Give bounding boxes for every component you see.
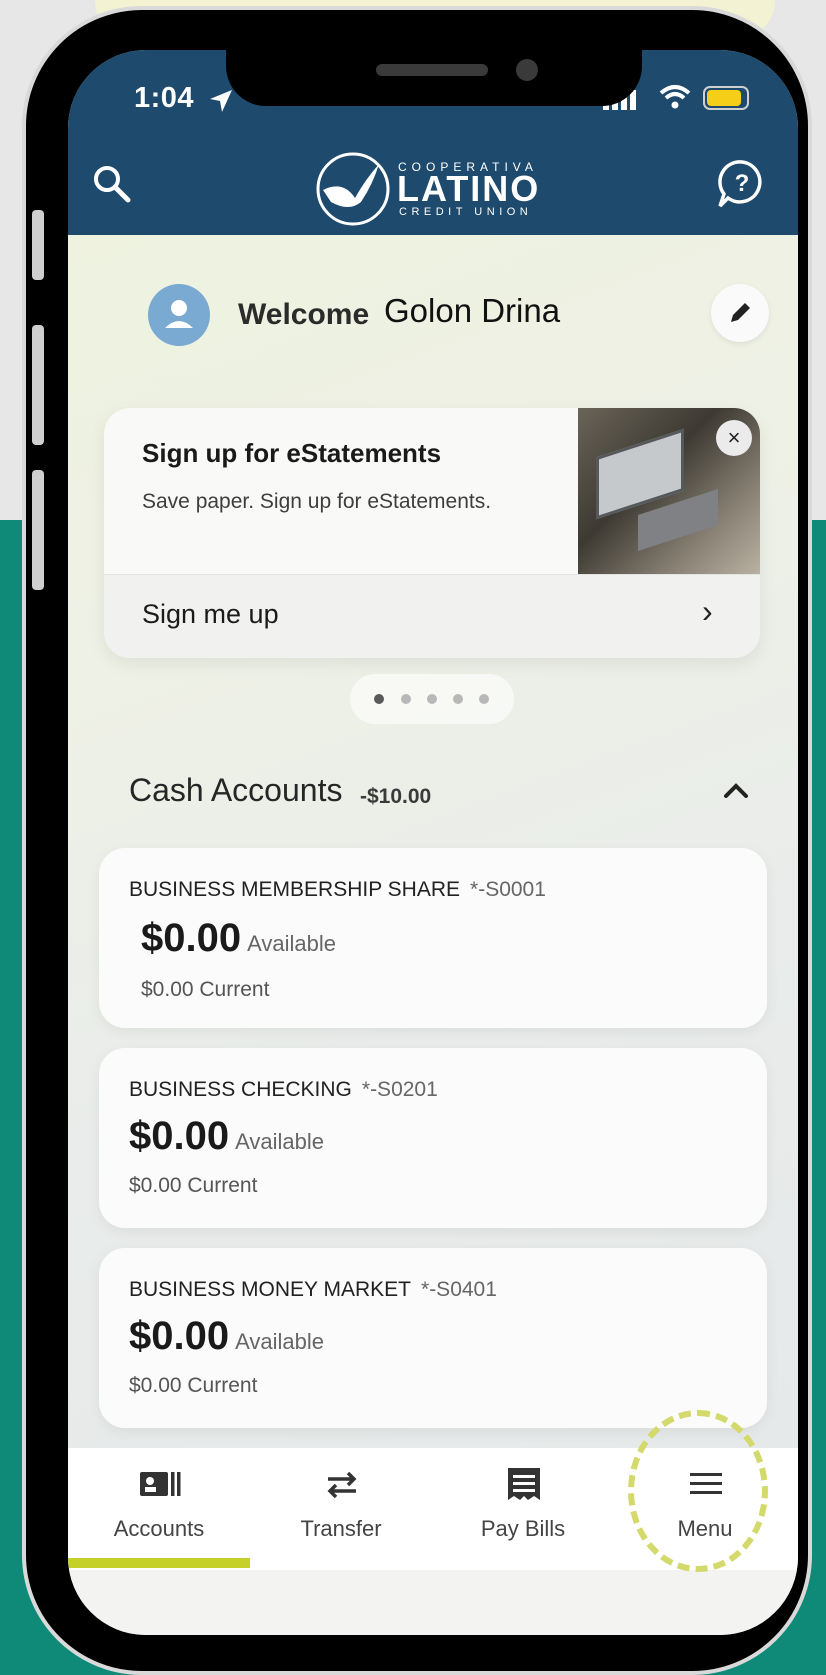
promo-description: Save paper. Sign up for eStatements. [142, 490, 492, 513]
side-button-volume-up [32, 325, 44, 445]
account-available-amount: $0.00 [129, 1114, 230, 1158]
account-available-row: $0.00 Available [141, 916, 336, 961]
receipt-icon [508, 1468, 540, 1500]
transfer-arrows-icon [327, 1471, 357, 1499]
account-available-amount: $0.00 [129, 1314, 230, 1358]
account-available-label: Available [235, 1329, 324, 1354]
speaker [376, 64, 488, 76]
carousel-dot [401, 694, 411, 704]
account-name-row: BUSINESS CHECKING *-S0201 [129, 1078, 438, 1102]
battery-icon [703, 86, 749, 110]
account-mask: *-S0201 [361, 1078, 438, 1101]
account-available-amount: $0.00 [141, 916, 242, 960]
tab-label: Accounts [113, 1516, 205, 1541]
app-screen: 1:04 COOPERATIVA LATINO CREDIT UNION ? W… [68, 50, 798, 1635]
account-card[interactable]: BUSINESS CHECKING *-S0201 $0.00 Available … [99, 1048, 767, 1228]
edit-button[interactable] [711, 284, 769, 342]
carousel-dot [453, 694, 463, 704]
logo-bottom-text: CREDIT UNION [399, 206, 533, 218]
carousel-dot [479, 694, 489, 704]
account-card[interactable]: BUSINESS MONEY MARKET *-S0401 $0.00 Availa… [99, 1248, 767, 1428]
search-icon[interactable] [90, 162, 134, 206]
account-mask: *-S0001 [470, 878, 546, 901]
svg-text:?: ? [735, 170, 750, 197]
account-name: BUSINESS MEMBERSHIP SHARE [129, 878, 461, 901]
accounts-card-icon [140, 1472, 181, 1496]
home-indicator-area [68, 1570, 798, 1635]
close-promo-button[interactable]: × [716, 420, 752, 456]
welcome-label: Welcome [238, 298, 370, 331]
account-current: $0.00 Current [141, 978, 270, 1001]
account-name-row: BUSINESS MEMBERSHIP SHARE *-S0001 [129, 878, 546, 902]
logo-main-text: LATINO [397, 168, 541, 209]
app-header: 1:04 COOPERATIVA LATINO CREDIT UNION ? [68, 50, 798, 235]
brand-logo: COOPERATIVA LATINO CREDIT UNION [313, 150, 553, 228]
account-name-row: BUSINESS MONEY MARKET *-S0401 [129, 1278, 497, 1302]
promo-action-label: Sign me up [142, 599, 279, 629]
section-total: -$10.00 [360, 785, 432, 808]
account-available-label: Available [247, 931, 336, 956]
promo-title: Sign up for eStatements [142, 438, 442, 468]
avatar[interactable] [148, 284, 210, 346]
carousel-dot-active [374, 694, 384, 704]
carousel-dot [427, 694, 437, 704]
account-name: BUSINESS CHECKING [129, 1078, 352, 1101]
account-current: $0.00 Current [129, 1374, 258, 1397]
user-name: Golon Drina [384, 292, 561, 329]
chevron-right-icon: › [702, 593, 713, 629]
dove-logo-icon [316, 152, 390, 226]
tab-accounts[interactable]: Accounts [68, 1448, 250, 1570]
battery-level [707, 90, 741, 106]
side-button-volume-down [32, 470, 44, 590]
tab-label: Transfer [300, 1516, 382, 1541]
user-icon [165, 300, 193, 328]
wifi-icon [659, 85, 691, 109]
account-available-row: $0.00 Available [129, 1114, 324, 1159]
camera [516, 59, 538, 81]
chevron-up-icon[interactable] [720, 774, 752, 806]
sign-me-up-button[interactable]: Sign me up › [104, 574, 760, 658]
status-time: 1:04 [134, 82, 195, 114]
pencil-icon [731, 303, 750, 322]
menu-highlight-circle [628, 1410, 768, 1572]
account-available-label: Available [235, 1129, 324, 1154]
location-arrow-icon [210, 90, 232, 112]
tab-pay-bills[interactable]: Pay Bills [432, 1448, 614, 1570]
tab-label: Pay Bills [480, 1516, 566, 1541]
help-chat-icon[interactable]: ? [716, 158, 768, 210]
side-button-mute [32, 210, 44, 280]
active-tab-indicator [68, 1558, 250, 1568]
carousel-indicator[interactable] [350, 674, 514, 724]
tab-transfer[interactable]: Transfer [250, 1448, 432, 1570]
account-current: $0.00 Current [129, 1174, 258, 1197]
account-mask: *-S0401 [421, 1278, 497, 1301]
promo-card-estatements: Sign up for eStatements Save paper. Sign… [104, 408, 760, 658]
welcome-row: Welcome Golon Drina [68, 280, 798, 360]
device-notch [226, 50, 642, 106]
account-available-row: $0.00 Available [129, 1314, 324, 1359]
section-title-cash-accounts: Cash Accounts [129, 772, 343, 808]
account-name: BUSINESS MONEY MARKET [129, 1278, 412, 1301]
account-card[interactable]: BUSINESS MEMBERSHIP SHARE *-S0001 $0.00 Av… [99, 848, 767, 1028]
